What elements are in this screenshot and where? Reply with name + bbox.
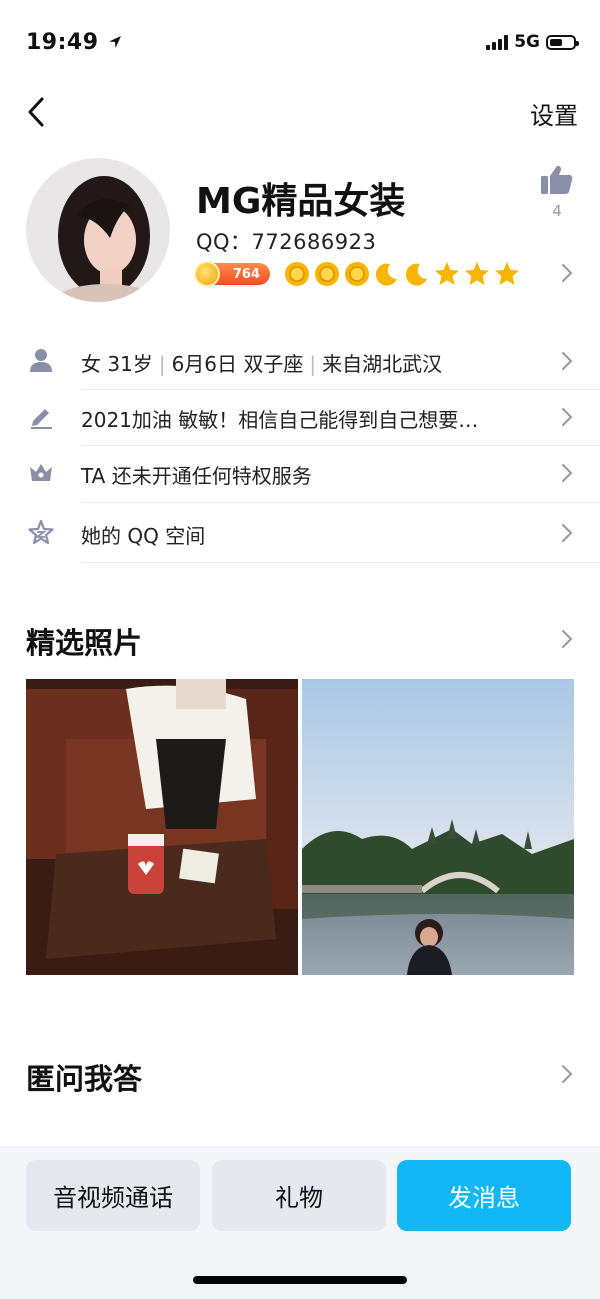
qq-number: QQ：772686923 bbox=[196, 230, 377, 254]
photo-thumbnail[interactable] bbox=[26, 679, 298, 975]
photo-thumbnail[interactable] bbox=[302, 679, 574, 975]
location-arrow-icon bbox=[108, 36, 121, 48]
star-level-icon bbox=[495, 262, 519, 285]
signal-icon bbox=[486, 34, 509, 50]
chevron-right-icon bbox=[562, 408, 573, 426]
chevron-right-icon[interactable] bbox=[560, 1063, 574, 1085]
coin-icon bbox=[194, 261, 220, 287]
sun-level-icon bbox=[315, 262, 339, 286]
divider bbox=[81, 502, 600, 503]
basic-info-text: 女 31岁 | 6月6日 双子座 | 来自湖北武汉 bbox=[81, 352, 443, 376]
level-badges[interactable]: 764 bbox=[194, 261, 520, 287]
crown-icon bbox=[30, 464, 52, 481]
qa-section-title[interactable]: 匿问我答 bbox=[26, 1056, 142, 1098]
moon-level-icon bbox=[375, 263, 397, 286]
status-indicators: 5G bbox=[486, 32, 579, 52]
thumbs-up-icon bbox=[541, 165, 573, 194]
network-label: 5G bbox=[514, 32, 540, 52]
back-chevron-icon[interactable] bbox=[22, 94, 52, 130]
info-row-signature[interactable]: 2021加油 敏敏！相信自己能得到自己想要… bbox=[0, 389, 600, 445]
moon-level-icon bbox=[405, 263, 427, 286]
sun-level-icon bbox=[285, 262, 309, 286]
vip-badge: 764 bbox=[194, 261, 270, 287]
gift-button[interactable]: 礼物 bbox=[212, 1160, 386, 1231]
info-row-privilege[interactable]: TA 还未开通任何特权服务 bbox=[0, 445, 600, 501]
status-time: 19:49 bbox=[26, 30, 123, 55]
chevron-right-icon bbox=[562, 352, 573, 370]
star-level-icon bbox=[435, 262, 459, 285]
star-icon bbox=[28, 519, 54, 545]
chevron-right-icon bbox=[562, 464, 573, 482]
privilege-text: TA 还未开通任何特权服务 bbox=[81, 464, 312, 488]
photos-section-title[interactable]: 精选照片 bbox=[26, 620, 142, 662]
signature-text: 2021加油 敏敏！相信自己能得到自己想要… bbox=[81, 408, 479, 432]
star-level-icon bbox=[465, 262, 489, 285]
chevron-right-icon bbox=[562, 524, 573, 542]
info-row-basic[interactable]: 女 31岁 | 6月6日 双子座 | 来自湖北武汉 bbox=[0, 333, 600, 389]
battery-icon bbox=[546, 34, 579, 50]
home-indicator[interactable] bbox=[193, 1276, 407, 1284]
video-call-button[interactable]: 音视频通话 bbox=[26, 1160, 200, 1231]
settings-button[interactable]: 设置 bbox=[530, 96, 578, 131]
chevron-right-icon[interactable] bbox=[560, 628, 574, 650]
like-button[interactable]: 4 bbox=[538, 164, 576, 224]
avatar[interactable] bbox=[26, 158, 170, 302]
pencil-icon bbox=[31, 409, 52, 429]
like-count: 4 bbox=[552, 202, 562, 220]
divider bbox=[81, 562, 600, 563]
info-row-qzone[interactable]: 她的 QQ 空间 bbox=[0, 505, 600, 561]
chevron-right-icon[interactable] bbox=[560, 262, 574, 284]
profile-name: MG精品女装 bbox=[196, 181, 406, 222]
send-message-button[interactable]: 发消息 bbox=[397, 1160, 571, 1231]
sun-level-icon bbox=[345, 262, 369, 286]
qzone-text: 她的 QQ 空间 bbox=[81, 524, 206, 548]
person-icon bbox=[30, 349, 52, 372]
